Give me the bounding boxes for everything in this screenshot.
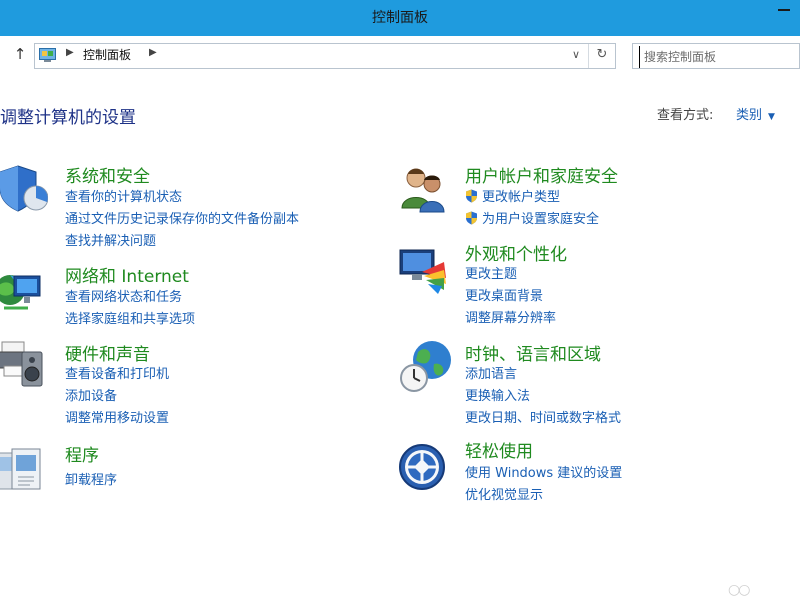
link-family-safety[interactable]: 为用户设置家庭安全 [465, 208, 599, 227]
clock-globe-icon [400, 341, 451, 392]
link-homegroup[interactable]: 选择家庭组和共享选项 [65, 308, 195, 327]
link-uninstall-program[interactable]: 卸载程序 [65, 469, 117, 488]
divider [588, 44, 589, 68]
shield-icon [0, 165, 48, 212]
network-globe-icon [0, 275, 41, 310]
category-title[interactable]: 系统和安全 [65, 162, 150, 187]
link-change-input-method[interactable]: 更换输入法 [465, 385, 530, 404]
breadcrumb-separator-icon: ▶ [66, 47, 74, 58]
chevron-down-icon: ▼ [768, 112, 775, 122]
category-title[interactable]: 外观和个性化 [465, 240, 567, 265]
link-screen-resolution[interactable]: 调整屏幕分辨率 [465, 307, 556, 326]
link-add-device[interactable]: 添加设备 [65, 385, 117, 404]
category-title[interactable]: 硬件和声音 [65, 340, 150, 365]
uac-shield-icon [466, 189, 477, 203]
address-bar[interactable]: ▶ 控制面板 ▶ ∨ ↻ [34, 43, 616, 69]
category-user-accounts: 用户帐户和家庭安全 更改帐户类型 为用户设置家庭安全 [398, 160, 738, 230]
address-dropdown-icon[interactable]: ∨ [567, 46, 585, 64]
uac-shield-icon [466, 211, 477, 225]
window-title: 控制面板 [372, 10, 428, 26]
breadcrumb-control-panel[interactable]: 控制面板 [83, 47, 131, 63]
breadcrumb-chevron-icon[interactable]: ▶ [149, 47, 157, 58]
monitor-palette-icon [399, 249, 446, 294]
category-network-internet: 网络和 Internet 查看网络状态和任务 选择家庭组和共享选项 [0, 260, 340, 330]
category-title[interactable]: 网络和 Internet [65, 262, 189, 287]
ease-of-access-icon [399, 444, 445, 490]
category-title[interactable]: 轻松使用 [465, 437, 533, 462]
category-clock-language-region: 时钟、语言和区域 添加语言 更换输入法 更改日期、时间或数字格式 [398, 338, 738, 428]
view-by-dropdown[interactable]: 类别 ▼ [736, 104, 775, 123]
page-title: 调整计算机的设置 [0, 108, 136, 128]
link-text: 为用户设置家庭安全 [482, 212, 600, 227]
printer-speaker-icon [0, 341, 43, 387]
up-arrow-icon[interactable]: ↑ [12, 44, 28, 64]
navigation-bar: ↑ ▶ 控制面板 ▶ ∨ ↻ [0, 36, 800, 76]
category-programs: 程序 卸载程序 [0, 441, 340, 501]
link-optimize-visual-display[interactable]: 优化视觉显示 [465, 484, 543, 503]
link-windows-suggested-settings[interactable]: 使用 Windows 建议的设置 [465, 462, 622, 481]
category-system-security: 系统和安全 查看你的计算机状态 通过文件历史记录保存你的文件备份副本 查找并解决… [0, 160, 340, 250]
refresh-icon[interactable]: ↻ [592, 45, 612, 65]
search-box[interactable] [632, 43, 800, 69]
category-hardware-sound: 硬件和声音 查看设备和打印机 添加设备 调整常用移动设置 [0, 338, 340, 428]
link-text: 更改帐户类型 [482, 190, 561, 205]
link-file-history[interactable]: 通过文件历史记录保存你的文件备份副本 [65, 208, 299, 227]
minimize-button[interactable] [778, 9, 790, 11]
search-input[interactable] [639, 46, 796, 68]
link-mobility-settings[interactable]: 调整常用移动设置 [65, 407, 169, 426]
programs-icon [0, 448, 41, 490]
watermark-logo: ○○ [728, 582, 750, 598]
category-title[interactable]: 用户帐户和家庭安全 [465, 162, 618, 187]
link-network-status[interactable]: 查看网络状态和任务 [65, 286, 182, 305]
link-change-account-type[interactable]: 更改帐户类型 [465, 186, 560, 205]
link-view-computer-status[interactable]: 查看你的计算机状态 [65, 186, 182, 205]
view-by-label: 查看方式: [657, 108, 714, 123]
category-title[interactable]: 程序 [65, 441, 99, 466]
title-bar: 控制面板 [0, 0, 800, 36]
link-change-theme[interactable]: 更改主题 [465, 263, 517, 282]
category-title[interactable]: 时钟、语言和区域 [465, 340, 601, 365]
link-troubleshoot[interactable]: 查找并解决问题 [65, 230, 156, 249]
link-date-time-format[interactable]: 更改日期、时间或数字格式 [465, 407, 621, 426]
link-devices-printers[interactable]: 查看设备和打印机 [65, 363, 169, 382]
category-ease-of-access: 轻松使用 使用 Windows 建议的设置 优化视觉显示 [398, 437, 738, 507]
category-appearance: 外观和个性化 更改主题 更改桌面背景 调整屏幕分辨率 [398, 238, 738, 328]
link-desktop-background[interactable]: 更改桌面背景 [465, 285, 543, 304]
link-add-language[interactable]: 添加语言 [465, 363, 517, 382]
view-by-value: 类别 [736, 108, 763, 123]
control-panel-icon [39, 48, 56, 62]
users-icon [401, 168, 445, 213]
